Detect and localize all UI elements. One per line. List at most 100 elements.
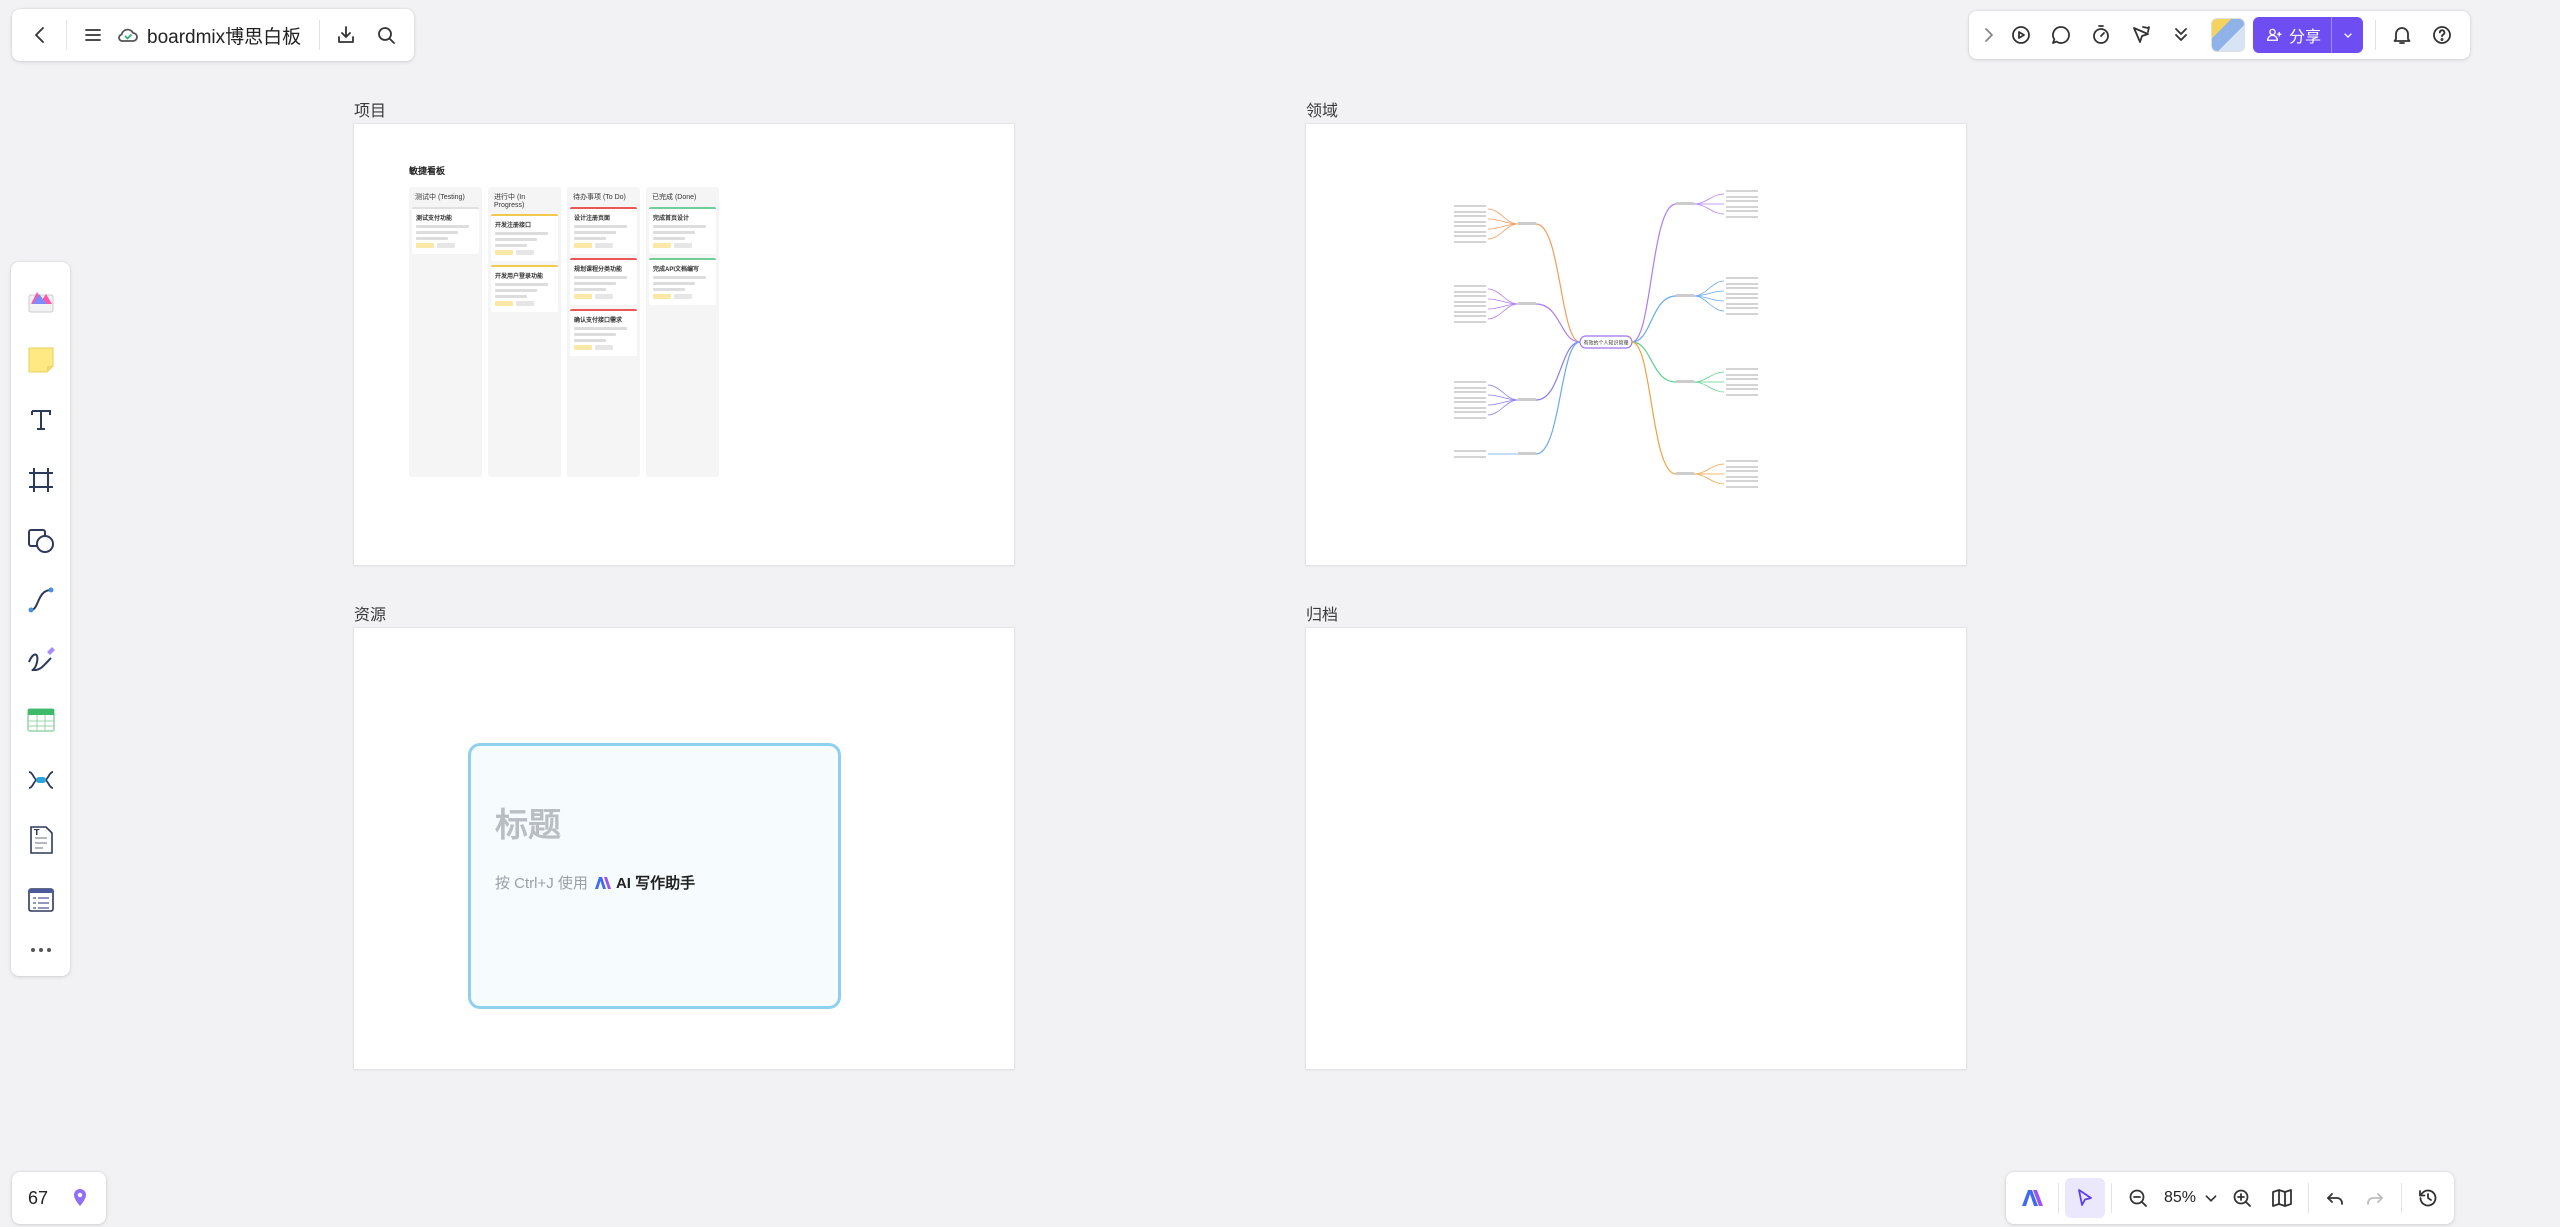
ai-assistant-button[interactable] (2012, 1178, 2052, 1218)
comment-button[interactable] (2041, 15, 2081, 55)
doc-title[interactable]: 标题 (495, 798, 838, 846)
zoom-in-button[interactable] (2222, 1178, 2262, 1218)
template-tool[interactable] (11, 270, 70, 330)
shape-tool[interactable] (11, 510, 70, 570)
frame-tool[interactable] (11, 450, 70, 510)
mind-map-leaf[interactable] (1726, 307, 1758, 309)
minimap-button[interactable] (2262, 1178, 2302, 1218)
frame-label-projects[interactable]: 项目 (354, 97, 386, 121)
mind-map-leaf[interactable] (1454, 241, 1486, 243)
mind-map-leaf[interactable] (1454, 285, 1486, 287)
timer-button[interactable] (2081, 15, 2121, 55)
mind-map-leaf[interactable] (1726, 480, 1758, 482)
mind-map-node[interactable] (1676, 294, 1694, 297)
share-main[interactable]: 分享 (2253, 23, 2331, 47)
mind-map-leaf[interactable] (1454, 205, 1486, 207)
sticky-note-tool[interactable] (11, 330, 70, 390)
mind-map-leaf[interactable] (1454, 235, 1486, 237)
kanban-card[interactable]: 完成API文档编写 (649, 258, 716, 305)
ai-writing-assistant[interactable]: AI 写作助手 (594, 872, 695, 893)
zoom-level[interactable]: 85% (2158, 1189, 2200, 1207)
mind-map-leaf[interactable] (1726, 378, 1758, 380)
frame-areas[interactable]: 有效的个人知识管理 (1305, 123, 1967, 566)
kanban-card[interactable]: 测试支付功能 (412, 207, 479, 254)
kanban-card[interactable]: 规划课程分类功能 (570, 258, 637, 305)
kanban-column[interactable]: 已完成 (Done) 完成首页设计 完成API文档编写 (646, 187, 719, 477)
cloud-sync-status[interactable] (113, 15, 143, 55)
mind-map-leaf[interactable] (1454, 411, 1486, 413)
mind-map-node[interactable] (1518, 302, 1536, 305)
expand-toolbar-button[interactable] (1977, 15, 2001, 55)
mind-map-leaf[interactable] (1454, 321, 1486, 323)
pen-tool[interactable] (11, 630, 70, 690)
mind-map-leaf[interactable] (1454, 407, 1486, 409)
page-count[interactable]: 67 (22, 1188, 60, 1209)
zoom-out-button[interactable] (2118, 1178, 2158, 1218)
list-tool[interactable] (11, 870, 70, 930)
doc-card[interactable]: 标题 按 Ctrl+J 使用 AI 写作助手 (468, 743, 841, 1009)
kanban-board[interactable]: 敏捷看板 测试中 (Testing) 测试支付功能 进行中 (In Progress… (409, 164, 719, 477)
mind-map-node[interactable] (1676, 380, 1694, 383)
select-tool-button[interactable] (2065, 1178, 2105, 1218)
mind-map-leaf[interactable] (1454, 397, 1486, 399)
mind-map-leaf[interactable] (1454, 215, 1486, 217)
mind-map-leaf[interactable] (1726, 374, 1758, 376)
mind-map-leaf[interactable] (1726, 293, 1758, 295)
undo-button[interactable] (2315, 1178, 2355, 1218)
avatar[interactable] (2211, 18, 2245, 52)
share-button[interactable]: 分享 (2253, 17, 2364, 53)
search-button[interactable] (366, 15, 406, 55)
mind-map-leaf[interactable] (1726, 297, 1758, 299)
main-menu-button[interactable] (73, 15, 113, 55)
mind-map-leaf[interactable] (1726, 206, 1758, 208)
kanban-card[interactable]: 开发注册接口 (491, 214, 558, 261)
more-tools-button[interactable] (11, 930, 70, 970)
frame-label-areas[interactable]: 领域 (1306, 97, 1338, 121)
notifications-button[interactable] (2382, 15, 2422, 55)
mind-map-leaf[interactable] (1454, 295, 1486, 297)
mind-map-leaf[interactable] (1454, 381, 1486, 383)
mind-map-leaf[interactable] (1454, 401, 1486, 403)
mind-map-leaf[interactable] (1454, 291, 1486, 293)
mind-map-leaf[interactable] (1726, 460, 1758, 462)
text-tool[interactable] (11, 390, 70, 450)
mind-map-leaf[interactable] (1726, 466, 1758, 468)
more-tools-button[interactable] (2161, 15, 2201, 55)
mind-map-leaf[interactable] (1454, 221, 1486, 223)
share-dropdown-button[interactable] (2331, 17, 2363, 53)
mind-map-leaf[interactable] (1454, 417, 1486, 419)
mind-map-leaf[interactable] (1454, 391, 1486, 393)
mind-map-leaf[interactable] (1726, 303, 1758, 305)
help-button[interactable] (2422, 15, 2462, 55)
mind-map-leaf[interactable] (1454, 231, 1486, 233)
mind-map-leaf[interactable] (1454, 301, 1486, 303)
mind-map-leaf[interactable] (1726, 210, 1758, 212)
history-button[interactable] (2408, 1178, 2448, 1218)
mind-map-leaf[interactable] (1726, 384, 1758, 386)
table-tool[interactable] (11, 690, 70, 750)
presentation-button[interactable] (2001, 15, 2041, 55)
mind-map-leaf[interactable] (1726, 313, 1758, 315)
kanban-column[interactable]: 测试中 (Testing) 测试支付功能 (409, 187, 482, 477)
mind-map-tool[interactable] (11, 750, 70, 810)
mind-map-leaf[interactable] (1726, 200, 1758, 202)
mind-map-node[interactable] (1518, 452, 1536, 455)
follow-cursor-button[interactable] (2121, 15, 2161, 55)
frame-resources[interactable]: 标题 按 Ctrl+J 使用 AI 写作助手 (353, 627, 1015, 1070)
frame-projects[interactable]: 敏捷看板 测试中 (Testing) 测试支付功能 进行中 (In Progress… (353, 123, 1015, 566)
mind-map-leaf[interactable] (1454, 456, 1486, 458)
back-button[interactable] (20, 15, 60, 55)
frame-label-resources[interactable]: 资源 (354, 601, 386, 625)
mind-map-node[interactable] (1518, 398, 1536, 401)
mind-map-leaf[interactable] (1726, 196, 1758, 198)
mind-map-leaf[interactable] (1454, 211, 1486, 213)
frame-label-archive[interactable]: 归档 (1306, 601, 1338, 625)
mind-map-node[interactable] (1676, 202, 1694, 205)
mind-map-leaf[interactable] (1454, 305, 1486, 307)
board-title[interactable]: boardmix博思白板 (147, 22, 301, 49)
mind-map-leaf[interactable] (1454, 311, 1486, 313)
mind-map-leaf[interactable] (1726, 190, 1758, 192)
kanban-card[interactable]: 开发用户登录功能 (491, 265, 558, 312)
mind-map-leaf[interactable] (1726, 476, 1758, 478)
document-tool[interactable]: T (11, 810, 70, 870)
